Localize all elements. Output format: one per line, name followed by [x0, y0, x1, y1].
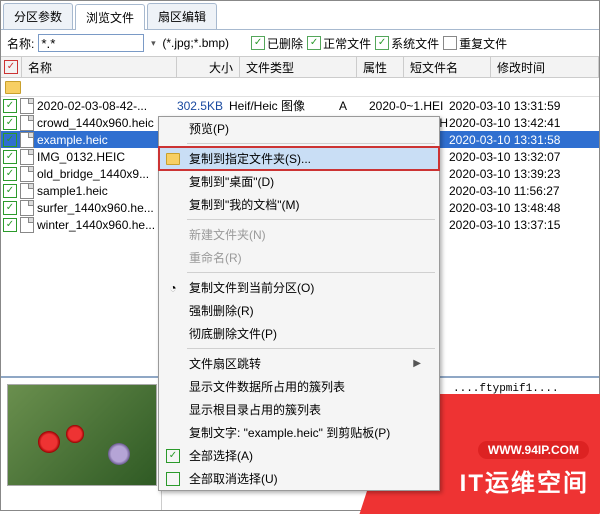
ctx-copy-partition[interactable]: ◔ 复制文件到当前分区(O)	[159, 276, 439, 299]
label-duplicate: 重复文件	[459, 35, 507, 52]
table-row[interactable]: ✓ 2020-02-03-08-42-...302.5KBHeif/Heic 图像…	[1, 97, 599, 114]
folder-copy-icon	[165, 151, 181, 167]
cell-name: crowd_1440x960.heic	[35, 116, 165, 130]
file-icon	[20, 166, 34, 182]
name-filter-input[interactable]	[38, 34, 144, 52]
cell-date: 2020-03-10 11:56:27	[449, 184, 599, 198]
ctx-show-root[interactable]: 显示根目录占用的簇列表	[159, 398, 439, 421]
file-icon	[20, 132, 34, 148]
checkbox-duplicate[interactable]: ✓	[443, 36, 457, 50]
cell-name: surfer_1440x960.he...	[35, 201, 165, 215]
row-checkbox[interactable]: ✓	[3, 116, 17, 130]
file-icon	[20, 98, 34, 114]
cell-name: sample1.heic	[35, 184, 165, 198]
disk-icon: ◔	[165, 280, 181, 296]
dropdown-icon[interactable]: ▾	[148, 35, 158, 51]
cell-date: 2020-03-10 13:48:48	[449, 201, 599, 215]
checkbox-system[interactable]: ✓	[375, 36, 389, 50]
ctx-perm-delete[interactable]: 彻底删除文件(P)	[159, 322, 439, 345]
label-system: 系统文件	[391, 35, 439, 52]
row-checkbox[interactable]: ✓	[3, 218, 17, 232]
tab-browse[interactable]: 浏览文件	[75, 4, 145, 30]
ctx-sector-jump[interactable]: 文件扇区跳转▶	[159, 352, 439, 375]
ctx-preview[interactable]: 预览(P)	[159, 117, 439, 140]
tab-sector-edit[interactable]: 扇区编辑	[147, 3, 217, 29]
cell-name: old_bridge_1440x9...	[35, 167, 165, 181]
name-label: 名称:	[7, 35, 34, 52]
checkbox-deleted[interactable]: ✓	[251, 36, 265, 50]
cell-date: 2020-03-10 13:31:58	[449, 133, 599, 147]
watermark-url: WWW.94IP.COM	[478, 441, 589, 459]
cell-name: example.heic	[35, 133, 165, 147]
ctx-copy-desktop[interactable]: 复制到"桌面"(D)	[159, 170, 439, 193]
cell-name: winter_1440x960.he...	[35, 218, 165, 232]
col-type[interactable]: 文件类型	[240, 57, 357, 77]
file-icon	[20, 200, 34, 216]
cell-date: 2020-03-10 13:31:59	[449, 99, 599, 113]
ctx-copy-to-folder[interactable]: 复制到指定文件夹(S)...	[159, 147, 439, 170]
ctx-copy-text[interactable]: 复制文字: "example.heic" 到剪贴板(P)	[159, 421, 439, 444]
context-menu: 预览(P) 复制到指定文件夹(S)... 复制到"桌面"(D) 复制到"我的文档…	[158, 116, 440, 491]
ctx-select-all[interactable]: ✓ 全部选择(A)	[159, 444, 439, 467]
filter-bar: 名称: ▾ (*.jpg;*.bmp) ✓已删除 ✓正常文件 ✓系统文件 ✓重复…	[1, 30, 599, 57]
folder-path-bar	[1, 78, 599, 97]
row-checkbox[interactable]: ✓	[3, 133, 17, 147]
ctx-deselect-all[interactable]: ✓ 全部取消选择(U)	[159, 467, 439, 490]
cell-date: 2020-03-10 13:42:41	[449, 116, 599, 130]
check-icon: ✓	[165, 448, 181, 464]
ctx-show-clusters[interactable]: 显示文件数据所占用的簇列表	[159, 375, 439, 398]
cell-date: 2020-03-10 13:39:23	[449, 167, 599, 181]
ctx-copy-docs[interactable]: 复制到"我的文档"(M)	[159, 193, 439, 216]
col-date[interactable]: 修改时间	[491, 57, 599, 77]
ctx-rename: 重命名(R)	[159, 246, 439, 269]
column-header: ✓ 名称 大小 文件类型 属性 短文件名 修改时间	[1, 57, 599, 78]
col-short[interactable]: 短文件名	[404, 57, 491, 77]
col-attr[interactable]: 属性	[357, 57, 404, 77]
file-icon	[20, 149, 34, 165]
row-checkbox[interactable]: ✓	[3, 99, 17, 113]
label-normal: 正常文件	[323, 35, 371, 52]
watermark-title: IT运维空间	[460, 470, 589, 497]
row-checkbox[interactable]: ✓	[3, 201, 17, 215]
cell-name: IMG_0132.HEIC	[35, 150, 165, 164]
file-icon	[20, 217, 34, 233]
cell-date: 2020-03-10 13:32:07	[449, 150, 599, 164]
row-checkbox[interactable]: ✓	[3, 167, 17, 181]
row-checkbox[interactable]: ✓	[3, 184, 17, 198]
thumbnail-pane	[1, 378, 161, 510]
cell-date: 2020-03-10 13:37:15	[449, 218, 599, 232]
file-types-label: (*.jpg;*.bmp)	[162, 36, 229, 50]
cell-type: Heif/Heic 图像	[229, 97, 339, 114]
file-icon	[20, 183, 34, 199]
cell-short: 2020-0~1.HEI	[369, 99, 449, 113]
file-icon	[20, 115, 34, 131]
col-name[interactable]: 名称	[22, 57, 177, 77]
uncheck-icon: ✓	[165, 471, 181, 487]
cell-size: 302.5KB	[165, 99, 229, 113]
cell-name: 2020-02-03-08-42-...	[35, 99, 165, 113]
ctx-force-delete[interactable]: 强制删除(R)	[159, 299, 439, 322]
cell-attr: A	[339, 99, 369, 113]
ctx-new-folder: 新建文件夹(N)	[159, 223, 439, 246]
checkbox-normal[interactable]: ✓	[307, 36, 321, 50]
submenu-arrow-icon: ▶	[413, 358, 421, 369]
preview-image	[7, 384, 157, 486]
checkbox-all[interactable]: ✓	[4, 60, 18, 74]
col-size[interactable]: 大小	[177, 57, 240, 77]
tab-partition[interactable]: 分区参数	[3, 3, 73, 29]
label-deleted: 已删除	[267, 35, 303, 52]
folder-icon	[5, 81, 21, 94]
tab-strip: 分区参数 浏览文件 扇区编辑	[1, 1, 599, 30]
watermark-text: WWW.94IP.COM IT运维空间	[460, 441, 589, 498]
row-checkbox[interactable]: ✓	[3, 150, 17, 164]
